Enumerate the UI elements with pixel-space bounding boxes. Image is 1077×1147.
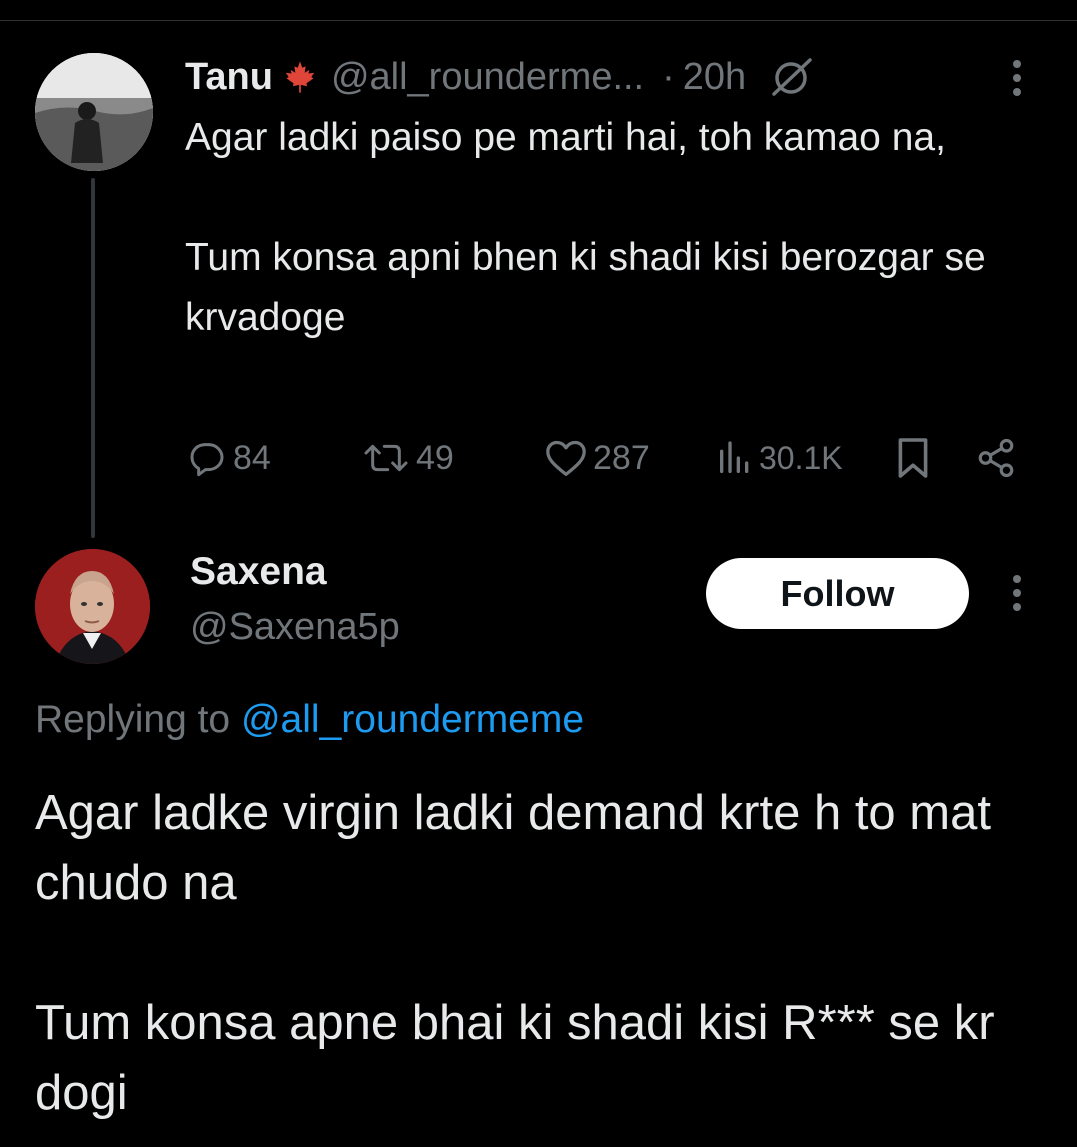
mention-link[interactable]: @all_roundermeme [241,698,584,741]
share-button[interactable] [975,430,1017,486]
replying-prefix: Replying to [35,698,231,741]
bookmark-button[interactable] [895,430,931,486]
views-button[interactable]: 30.1K [715,430,843,486]
author-name[interactable]: Tanu [185,56,273,99]
avatar[interactable] [35,53,153,171]
views-count: 30.1K [759,439,843,476]
reply-bubble-icon [190,443,224,477]
tweet-text-paragraph: Tum konsa apni bhen ki shadi kisi berozg… [185,236,986,339]
tweet-header: Tanu @all_rounderme... · 20h [185,54,816,100]
like-button[interactable]: 287 [543,430,650,486]
tweet-text: Agar ladki paiso pe marti hai, toh kamao… [185,108,1045,348]
tweet-text-paragraph: Tum konsa apne bhai ki shadi kisi R*** s… [35,996,995,1120]
muted-circle-icon [772,58,812,96]
more-vertical-icon[interactable] [1000,58,1034,98]
repost-icon [364,444,408,472]
bookmark-icon [898,438,928,478]
separator: · [662,55,675,98]
like-count: 287 [593,438,650,477]
repost-button[interactable]: 49 [360,430,454,486]
share-icon [978,438,1014,478]
follow-button[interactable]: Follow [706,558,969,629]
timestamp[interactable]: 20h [683,56,746,99]
tweet-actions: 84 49 287 30.1K [185,430,1035,486]
author-handle[interactable]: @all_rounderme... [331,56,644,99]
tweet-text-paragraph: Agar ladke virgin ladki demand krte h to… [35,786,991,910]
tweet-text: Agar ladke virgin ladki demand krte h to… [35,778,1055,1128]
reply-button[interactable]: 84 [185,430,271,486]
tweet-text-paragraph: Agar ladki paiso pe marti hai, toh kamao… [185,116,946,159]
top-divider [0,20,1077,21]
avatar[interactable] [35,549,150,664]
more-vertical-icon[interactable] [1000,573,1034,613]
maple-leaf-icon [285,61,315,93]
author-name[interactable]: Saxena [190,550,327,594]
repost-count: 49 [416,438,454,477]
reply-count: 84 [233,438,271,477]
replying-to: Replying to @all_roundermeme [35,698,584,742]
heart-icon [546,440,586,476]
author-handle[interactable]: @Saxena5p [190,606,400,649]
views-bars-icon [720,441,749,473]
thread-connector [91,178,95,538]
